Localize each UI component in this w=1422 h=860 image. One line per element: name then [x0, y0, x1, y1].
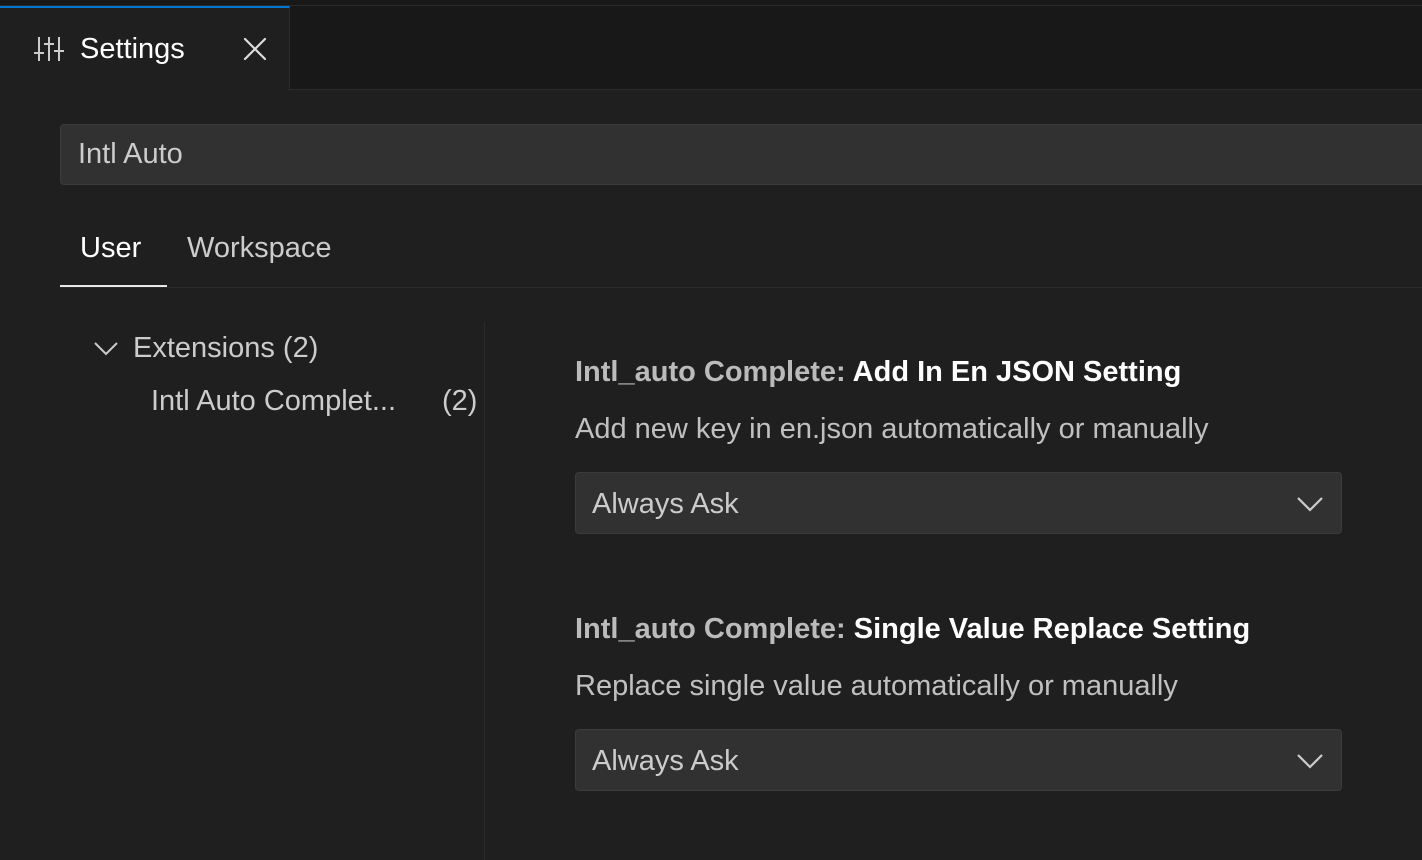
tab-workspace[interactable]: Workspace: [187, 230, 332, 266]
tab-settings[interactable]: Settings: [0, 6, 290, 91]
tree-item-intl-auto-complete-count: (2): [442, 385, 478, 417]
settings-sliders-icon: [34, 37, 64, 61]
editor-tab-bar: Settings: [0, 0, 1422, 91]
tree-item-extensions-label: Extensions: [133, 332, 275, 364]
close-icon[interactable]: [240, 34, 270, 64]
chevron-down-icon: [1297, 497, 1323, 512]
select-value: Always Ask: [592, 488, 739, 520]
tree-item-extensions-text: Extensions (2): [133, 330, 318, 366]
setting-title: Intl_auto Complete: Single Value Replace…: [575, 611, 1405, 647]
tree-item-intl-auto-complete[interactable]: Intl Auto Complet... (2): [151, 383, 483, 419]
tab-title: Settings: [80, 33, 185, 65]
tree-item-intl-auto-complete-label: Intl Auto Complet...: [151, 385, 397, 417]
select-value: Always Ask: [592, 745, 739, 777]
setting-description: Add new key in en.json automatically or …: [575, 413, 1209, 445]
active-tab-underline: [60, 285, 167, 287]
setting-add-in-en-json: Intl_auto Complete: Add In En JSON Setti…: [575, 354, 1405, 534]
setting-category: Intl_auto Complete:: [575, 613, 854, 645]
scope-tabs: User Workspace: [60, 220, 1422, 288]
setting-description: Replace single value automatically or ma…: [575, 670, 1178, 702]
tree-item-extensions-count: (2): [282, 332, 319, 364]
setting-single-value-replace: Intl_auto Complete: Single Value Replace…: [575, 611, 1405, 791]
setting-name: Single Value Replace Setting: [853, 613, 1251, 645]
setting-title: Intl_auto Complete: Add In En JSON Setti…: [575, 354, 1405, 390]
setting-category: Intl_auto Complete:: [575, 356, 853, 388]
setting-name: Add In En JSON Setting: [852, 356, 1182, 388]
single-value-replace-select[interactable]: Always Ask: [575, 729, 1342, 791]
tab-user[interactable]: User: [80, 230, 141, 266]
settings-search-input[interactable]: [60, 124, 1422, 185]
chevron-down-icon[interactable]: [93, 338, 119, 358]
chevron-down-icon: [1297, 754, 1323, 769]
add-in-en-json-select[interactable]: Always Ask: [575, 472, 1342, 534]
